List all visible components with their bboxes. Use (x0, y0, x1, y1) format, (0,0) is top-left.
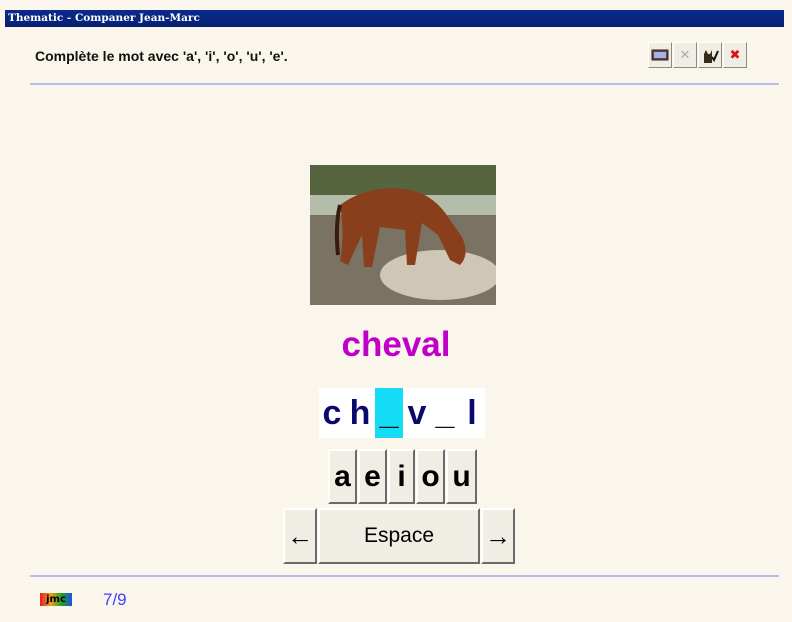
letter-key-u[interactable]: u (446, 449, 477, 504)
close-x-icon: ✕ (679, 47, 691, 62)
red-cross-icon: ✖ (729, 47, 741, 62)
window-title: Thematic - Companer Jean-Marc (5, 10, 784, 27)
puzzle-letter: v (403, 388, 431, 438)
quit-button[interactable]: ✖ (723, 42, 747, 68)
space-button[interactable]: Espace (318, 508, 480, 564)
notebook-icon (651, 49, 669, 61)
top-divider (30, 83, 779, 85)
word-puzzle: c h _ v _ l (319, 388, 485, 438)
progress-counter: 7/9 (103, 590, 127, 609)
left-arrow-icon: ← (287, 520, 313, 551)
puzzle-blank-active[interactable]: _ (375, 388, 403, 438)
right-arrow-button[interactable]: → (481, 508, 515, 564)
puzzle-letter: l (459, 388, 485, 438)
letter-keyboard: a e i o u (328, 449, 477, 504)
instruction-text: Complète le mot avec 'a', 'i', 'o', 'u',… (35, 48, 288, 64)
cat-check-button[interactable] (698, 42, 722, 68)
toolbar: ✕ ✖ (648, 42, 747, 68)
jmc-logo: jmc (40, 593, 72, 606)
cat-check-icon (704, 50, 719, 63)
bottom-divider (30, 575, 779, 577)
notebook-button[interactable] (648, 42, 672, 68)
puzzle-letter: c (319, 388, 345, 438)
nav-row: ← Espace → (283, 508, 515, 564)
close-x-button[interactable]: ✕ (673, 42, 697, 68)
letter-key-a[interactable]: a (328, 449, 357, 504)
puzzle-blank[interactable]: _ (431, 388, 459, 438)
left-arrow-button[interactable]: ← (283, 508, 317, 564)
target-word: cheval (341, 325, 451, 364)
horse-photo (310, 165, 496, 305)
right-arrow-icon: → (485, 520, 511, 551)
app-window: Thematic - Companer Jean-Marc Complète l… (0, 0, 792, 622)
letter-key-i[interactable]: i (388, 449, 415, 504)
puzzle-letter: h (345, 388, 375, 438)
letter-key-e[interactable]: e (358, 449, 387, 504)
letter-key-o[interactable]: o (416, 449, 445, 504)
